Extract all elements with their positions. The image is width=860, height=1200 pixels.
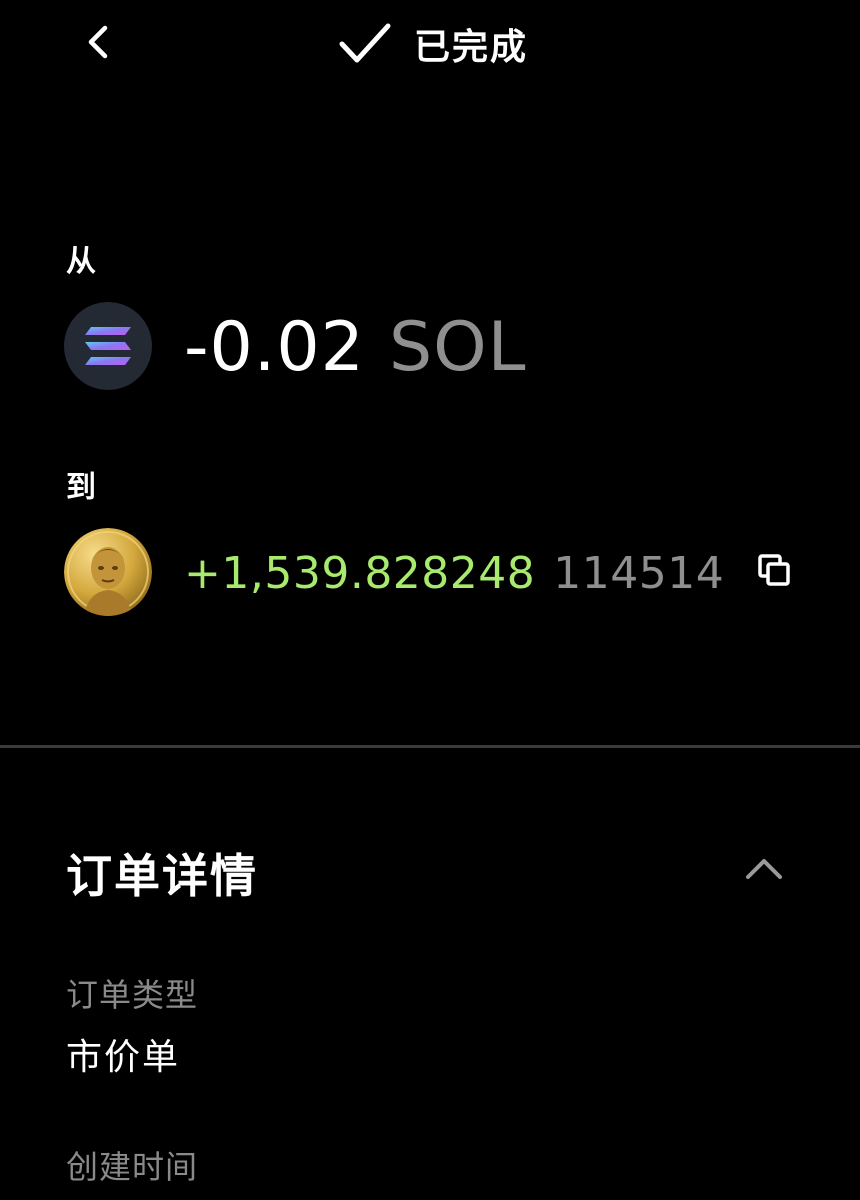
copy-icon: [758, 554, 790, 586]
status-header: 已完成: [338, 14, 528, 74]
from-label: 从: [66, 244, 96, 279]
order-type-label: 订单类型: [66, 976, 199, 1014]
order-details-title: 订单详情: [66, 849, 258, 903]
chevron-up-icon: [746, 859, 782, 879]
section-divider: [0, 745, 860, 748]
collapse-details-button[interactable]: [738, 842, 790, 894]
to-unit: 114514: [553, 547, 725, 599]
to-label: 到: [66, 470, 96, 505]
to-amount: +1,539.828248: [184, 547, 536, 599]
from-amount: -0.02: [184, 307, 365, 387]
back-button[interactable]: [70, 14, 126, 70]
to-amount-row: +1,539.828248 114514: [184, 538, 724, 608]
status-text: 已完成: [414, 27, 529, 68]
copy-button[interactable]: [752, 548, 796, 592]
solana-coin-icon: [64, 302, 152, 390]
from-unit: SOL: [388, 307, 527, 387]
chevron-left-icon: [88, 25, 108, 59]
order-type-value: 市价单: [66, 1037, 181, 1078]
created-time-label: 创建时间: [66, 1148, 199, 1186]
from-amount-row: -0.02 SOL: [184, 302, 527, 392]
check-icon: [339, 23, 391, 63]
token-portrait-coin-icon: [64, 528, 152, 616]
